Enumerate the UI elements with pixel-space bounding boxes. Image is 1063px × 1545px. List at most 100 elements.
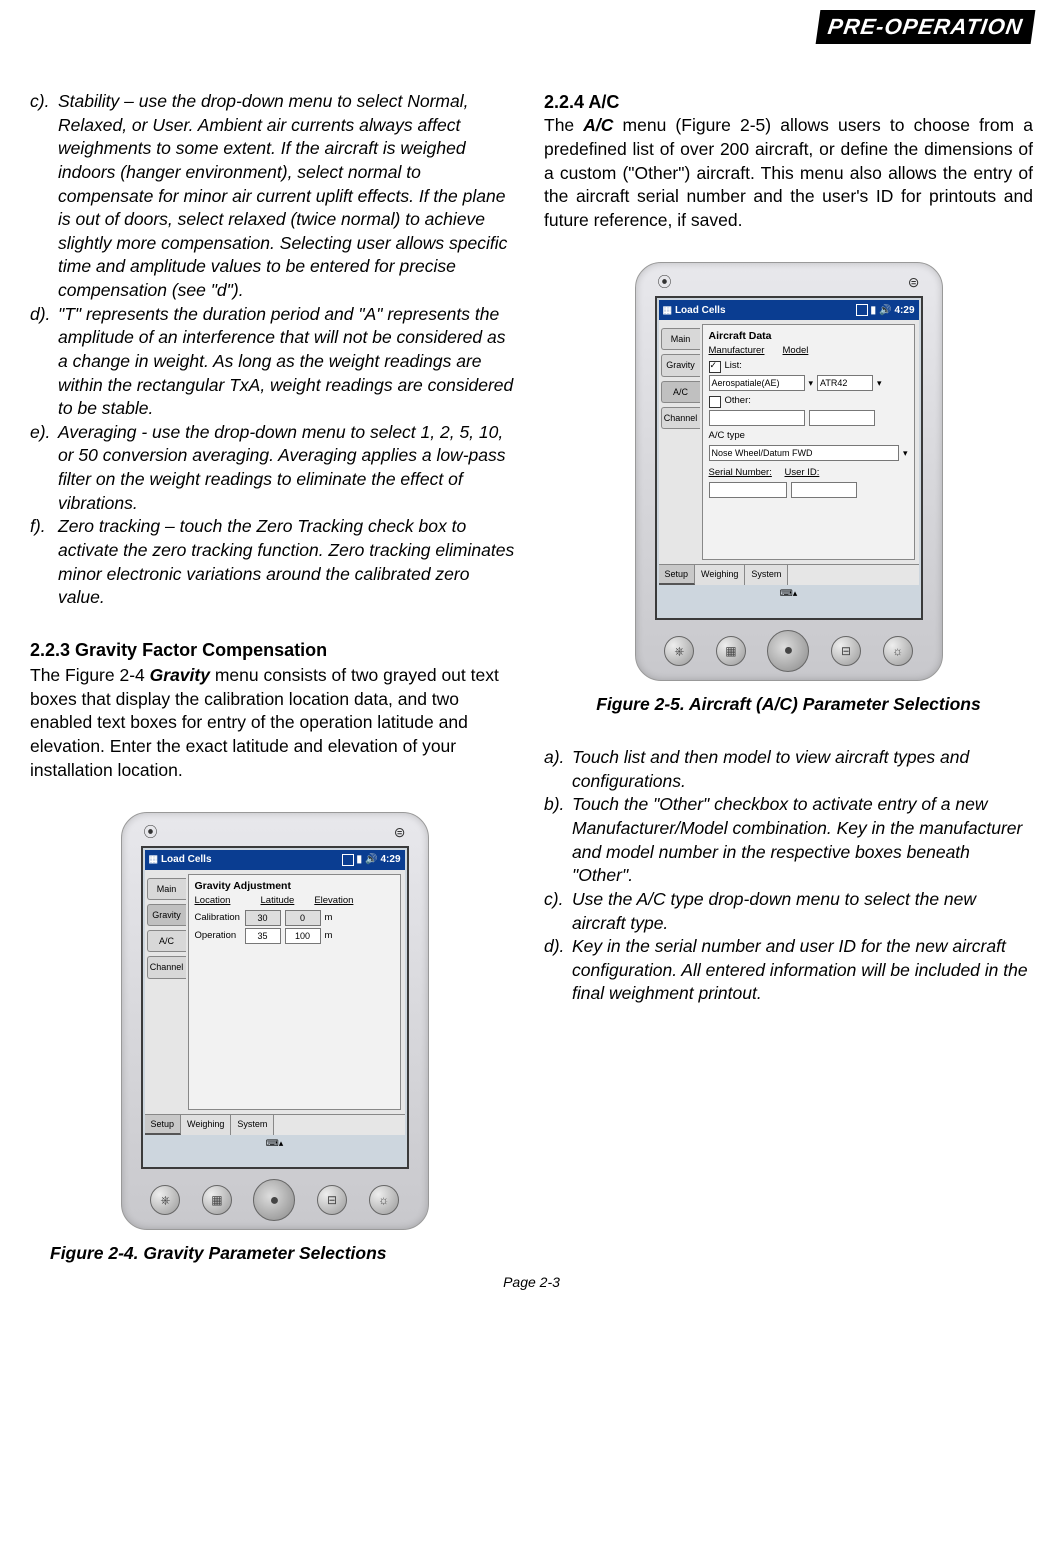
dropdown-arrow-icon[interactable]: ▾ bbox=[809, 377, 814, 389]
row-calibration-label: Calibration bbox=[195, 912, 241, 925]
list-manufacturer-select[interactable]: Aerospatiale(AE) bbox=[709, 375, 805, 391]
item-e-text: Averaging - use the drop-down menu to se… bbox=[58, 421, 519, 516]
hw2-button-3[interactable]: ⊟ bbox=[831, 636, 861, 666]
hw2-button-2[interactable]: ▦ bbox=[716, 636, 746, 666]
hdr-location: Location bbox=[195, 895, 241, 908]
dropdown-arrow-icon2[interactable]: ▾ bbox=[877, 377, 882, 389]
ac-panel: Aircraft Data Manufacturer Model List: bbox=[702, 324, 915, 560]
right-item-a-label: a). bbox=[544, 746, 572, 793]
actype-select[interactable]: Nose Wheel/Datum FWD bbox=[709, 445, 899, 461]
item-f-label: f). bbox=[30, 515, 58, 610]
operation-elev-input[interactable]: 100 bbox=[285, 928, 321, 944]
sidetab-gravity[interactable]: Gravity bbox=[147, 904, 186, 926]
s223-lead: The Figure 2-4 bbox=[30, 665, 150, 685]
pda1-titlebar: ▦ Load Cells ▮ 🔊 4:29 bbox=[145, 850, 405, 870]
list-checkbox[interactable] bbox=[709, 361, 721, 373]
btab-weighing[interactable]: Weighing bbox=[181, 1115, 231, 1135]
right-item-a-text: Touch list and then model to view aircra… bbox=[572, 746, 1033, 793]
signal-icon2: ▮ bbox=[871, 304, 877, 318]
s223-gravity: Gravity bbox=[150, 665, 210, 685]
hw2-button-1[interactable]: ⎈ bbox=[664, 636, 694, 666]
pda1-time: 4:29 bbox=[380, 853, 400, 867]
speaker-icon: 🔊 bbox=[365, 853, 377, 867]
sip-keyboard-icon2[interactable]: ⌨▴ bbox=[659, 587, 919, 599]
right-item-d: d). Key in the serial number and user ID… bbox=[544, 935, 1033, 1006]
right-item-c-label: c). bbox=[544, 888, 572, 935]
hw2-button-4[interactable]: ☼ bbox=[883, 636, 913, 666]
hw2-dpad[interactable]: ● bbox=[767, 630, 809, 672]
row-operation-label: Operation bbox=[195, 930, 241, 943]
title-sq-icon2 bbox=[856, 304, 868, 316]
title-flag-icon2: ▦ bbox=[663, 304, 672, 318]
other-manufacturer-input[interactable] bbox=[709, 410, 805, 426]
btab-setup[interactable]: Setup bbox=[145, 1115, 182, 1135]
figure-2-5: ⦿ ⊜ ▦ Load Cells ▮ 🔊 4:29 Main Gravit bbox=[544, 262, 1033, 680]
section-2-2-3-title: 2.2.3 Gravity Factor Compensation bbox=[30, 638, 519, 662]
right-column: 2.2.4 A/C The A/C menu (Figure 2-5) allo… bbox=[544, 90, 1033, 1266]
hdr-model: Model bbox=[783, 345, 809, 358]
sidetab2-ac[interactable]: A/C bbox=[661, 381, 700, 403]
speaker-icon2: 🔊 bbox=[879, 304, 891, 318]
sidetab2-channel[interactable]: Channel bbox=[661, 407, 700, 429]
figure-2-4: ⦿ ⊜ ▦ Load Cells ▮ 🔊 4:29 Main Gravit bbox=[30, 812, 519, 1230]
dropdown-arrow-icon3[interactable]: ▾ bbox=[903, 447, 908, 459]
calibration-lat-input: 30 bbox=[245, 910, 281, 926]
hw-button-1[interactable]: ⎈ bbox=[150, 1185, 180, 1215]
operation-lat-input[interactable]: 35 bbox=[245, 928, 281, 944]
s224-rest: menu (Figure 2-5) allows users to choose… bbox=[544, 115, 1033, 230]
item-c-label: c). bbox=[30, 90, 58, 303]
item-f-text: Zero tracking – touch the Zero Tracking … bbox=[58, 515, 519, 610]
signal-icon: ▮ bbox=[357, 853, 363, 867]
pda-device-2: ⦿ ⊜ ▦ Load Cells ▮ 🔊 4:29 Main Gravit bbox=[635, 262, 943, 680]
sidetab-main[interactable]: Main bbox=[147, 878, 186, 900]
serial-number-label: Serial Number: bbox=[709, 467, 781, 480]
btab-system[interactable]: System bbox=[231, 1115, 274, 1135]
s224-lead: The bbox=[544, 115, 583, 135]
item-c: c). Stability – use the drop-down menu t… bbox=[30, 90, 519, 303]
actype-label: A/C type bbox=[709, 430, 745, 443]
gravity-panel-title: Gravity Adjustment bbox=[195, 879, 394, 893]
sip-keyboard-icon[interactable]: ⌨▴ bbox=[145, 1137, 405, 1149]
right-item-c-text: Use the A/C type drop-down menu to selec… bbox=[572, 888, 1033, 935]
pda2-titlebar: ▦ Load Cells ▮ 🔊 4:29 bbox=[659, 300, 919, 320]
list-label: List: bbox=[725, 360, 742, 373]
right-item-d-label: d). bbox=[544, 935, 572, 1006]
sidetab2-main[interactable]: Main bbox=[661, 328, 700, 350]
hdr-elevation: Elevation bbox=[314, 895, 353, 908]
page-number: Page 2-3 bbox=[30, 1274, 1033, 1290]
section-2-2-4-title: 2.2.4 A/C bbox=[544, 90, 1033, 114]
item-c-text: Stability – use the drop-down menu to se… bbox=[58, 90, 519, 303]
operation-unit: m bbox=[325, 930, 333, 943]
pda-device-1: ⦿ ⊜ ▦ Load Cells ▮ 🔊 4:29 Main Gravit bbox=[121, 812, 429, 1230]
btab2-weighing[interactable]: Weighing bbox=[695, 565, 745, 585]
section-2-2-3-body: The Figure 2-4 Gravity menu consists of … bbox=[30, 664, 519, 782]
pda-top-left-icon: ⦿ bbox=[144, 823, 158, 842]
section-2-2-4-body: The A/C menu (Figure 2-5) allows users t… bbox=[544, 114, 1033, 232]
hw-button-4[interactable]: ☼ bbox=[369, 1185, 399, 1215]
hdr-latitude: Latitude bbox=[261, 895, 295, 908]
user-id-input[interactable] bbox=[791, 482, 857, 498]
calibration-elev-input: 0 bbox=[285, 910, 321, 926]
right-item-b-label: b). bbox=[544, 793, 572, 888]
right-item-d-text: Key in the serial number and user ID for… bbox=[572, 935, 1033, 1006]
pda2-top-left-icon: ⦿ bbox=[658, 273, 672, 292]
sidetab2-gravity[interactable]: Gravity bbox=[661, 354, 700, 376]
btab2-setup[interactable]: Setup bbox=[659, 565, 696, 585]
hdr-manufacturer: Manufacturer bbox=[709, 345, 779, 358]
pda2-apptitle: Load Cells bbox=[675, 304, 726, 318]
calibration-unit: m bbox=[325, 912, 333, 925]
sidetab-channel[interactable]: Channel bbox=[147, 956, 186, 978]
sidetab-ac[interactable]: A/C bbox=[147, 930, 186, 952]
btab2-system[interactable]: System bbox=[745, 565, 788, 585]
hw-dpad[interactable]: ● bbox=[253, 1179, 295, 1221]
hw-button-3[interactable]: ⊟ bbox=[317, 1185, 347, 1215]
gravity-panel: Gravity Adjustment Location Latitude Ele… bbox=[188, 874, 401, 1110]
hw-button-2[interactable]: ▦ bbox=[202, 1185, 232, 1215]
other-model-input[interactable] bbox=[809, 410, 875, 426]
right-item-c: c). Use the A/C type drop-down menu to s… bbox=[544, 888, 1033, 935]
title-flag-icon: ▦ bbox=[149, 853, 158, 867]
right-item-a: a). Touch list and then model to view ai… bbox=[544, 746, 1033, 793]
list-model-select[interactable]: ATR42 bbox=[817, 375, 873, 391]
serial-number-input[interactable] bbox=[709, 482, 787, 498]
other-checkbox[interactable] bbox=[709, 396, 721, 408]
